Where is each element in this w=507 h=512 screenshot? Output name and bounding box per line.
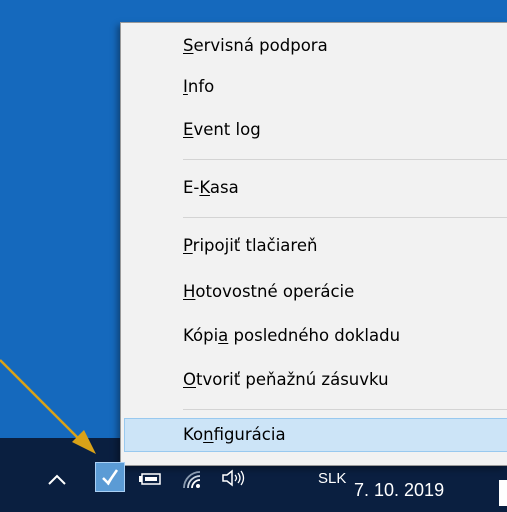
menu-item-kopia-posledneho-dokladu[interactable]: Kópia posledného dokladu	[183, 327, 400, 345]
menu-item-otvorit-penaznu-zasuvku[interactable]: Otvoriť peňažnú zásuvku	[183, 371, 389, 389]
language-indicator[interactable]: SLK	[318, 470, 346, 487]
menu-item-hotovostne-operacie[interactable]: Hotovostné operácie	[183, 283, 354, 301]
ekasa-check-icon	[102, 469, 119, 486]
menu-item-event-log[interactable]: Event log	[183, 121, 261, 139]
wifi-icon[interactable]	[180, 468, 206, 490]
menu-item-pripojit-tlaciaren[interactable]: Pripojiť tlačiareň	[183, 237, 317, 255]
context-menu: Servisná podpora Info Event log E-Kasa P…	[120, 22, 507, 466]
menu-separator	[183, 159, 507, 160]
taskbar-date[interactable]: 7. 10. 2019	[354, 480, 444, 501]
menu-item-konfiguracia[interactable]: Konfigurácia	[183, 426, 286, 444]
menu-separator	[183, 409, 507, 410]
menu-item-e-kasa[interactable]: E-Kasa	[183, 179, 239, 197]
menu-item-servisna-podpora[interactable]: Servisná podpora	[183, 37, 328, 55]
menu-item-info[interactable]: Info	[183, 78, 214, 96]
battery-icon[interactable]	[138, 470, 164, 488]
menu-item-highlight	[124, 418, 507, 452]
ekasa-app-icon[interactable]	[95, 462, 125, 492]
speaker-icon[interactable]	[220, 468, 248, 488]
show-desktop-button[interactable]	[499, 480, 507, 506]
chevron-up-icon[interactable]	[46, 471, 68, 487]
menu-separator	[183, 217, 507, 218]
